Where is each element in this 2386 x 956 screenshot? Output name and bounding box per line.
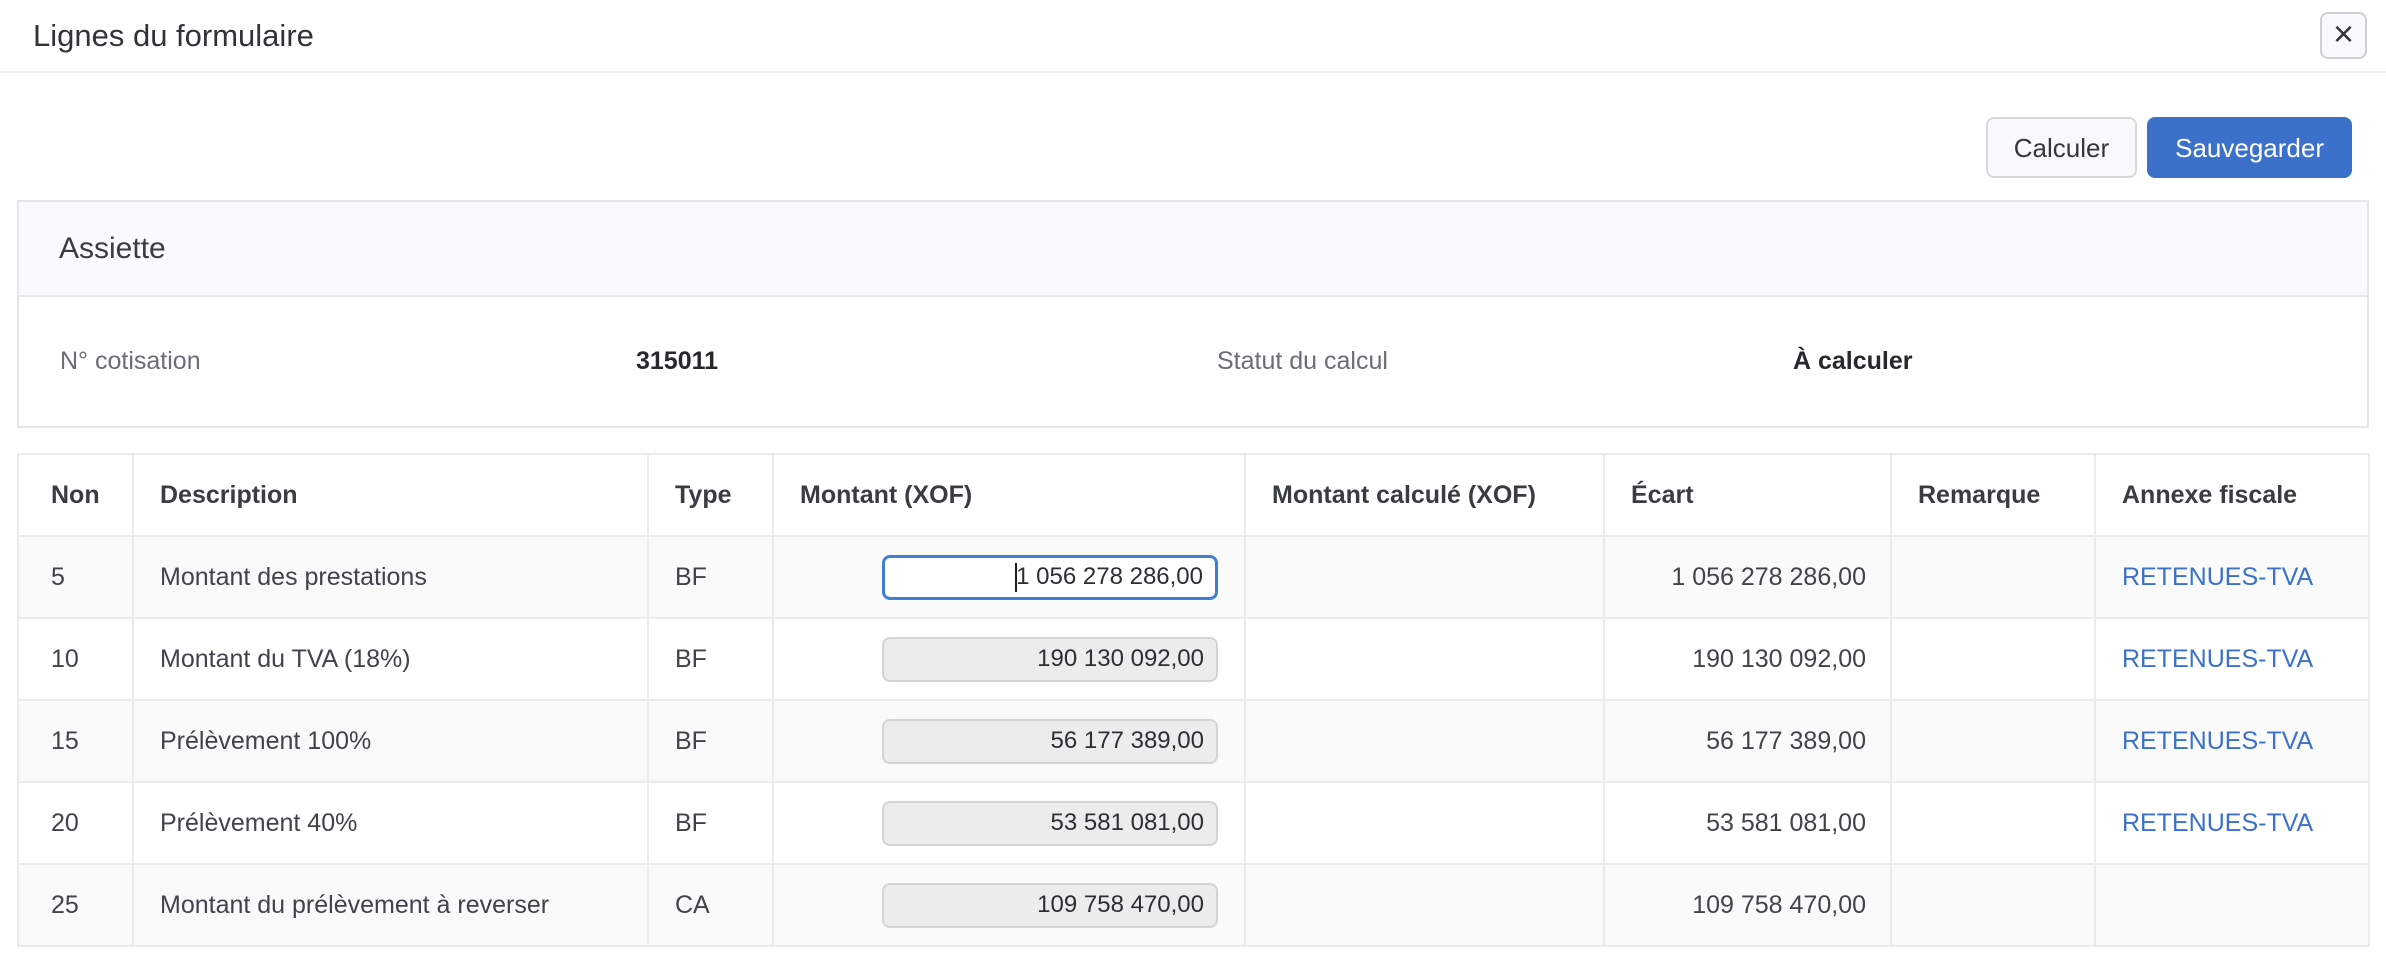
line-number-cell: 20 [18, 782, 133, 864]
montant-input-wrap [882, 883, 1218, 928]
form-lines-table-container: NonDescriptionTypeMontant (XOF)Montant c… [17, 453, 2369, 947]
sauvegarder-button[interactable]: Sauvegarder [2147, 117, 2352, 178]
close-icon: × [2333, 16, 2354, 52]
type-cell: BF [648, 700, 773, 782]
annexe-fiscale-link[interactable]: RETENUES-TVA [2122, 809, 2313, 837]
line-number-cell: 5 [18, 536, 133, 618]
table-row: 10Montant du TVA (18%)BF 190 130 092,00 RE… [18, 618, 2369, 700]
annexe-cell: RETENUES-TVA [2095, 700, 2369, 782]
column-header: Écart [1604, 454, 1891, 536]
statut-calcul-field: Statut du calcul À calculer [1193, 347, 2367, 376]
table-row: 15Prélèvement 100%BF 56 177 389,00 RETENUE… [18, 700, 2369, 782]
text-cursor [1015, 563, 1017, 592]
statut-calcul-value: À calculer [1793, 347, 1913, 376]
close-button[interactable]: × [2320, 12, 2367, 59]
table-row: 5Montant des prestationsBF 1 056 278 286,… [18, 536, 2369, 618]
montant-calcule-cell [1245, 536, 1604, 618]
montant-cell [773, 700, 1245, 782]
column-header: Annexe fiscale [2095, 454, 2369, 536]
lignes-du-formulaire-modal: Lignes du formulaire × Calculer Sauvegar… [0, 0, 2386, 947]
assiette-card: Assiette N° cotisation 315011 Statut du … [17, 200, 2369, 428]
annexe-cell: RETENUES-TVA [2095, 536, 2369, 618]
remarque-cell [1891, 700, 2095, 782]
montant-cell [773, 864, 1245, 946]
modal-title: Lignes du formulaire [33, 18, 314, 54]
montant-input[interactable] [882, 719, 1218, 764]
description-cell: Montant du prélèvement à reverser [133, 864, 648, 946]
ecart-cell: 190 130 092,00 [1604, 618, 1891, 700]
line-number-cell: 10 [18, 618, 133, 700]
montant-calcule-cell [1245, 864, 1604, 946]
montant-calcule-cell [1245, 700, 1604, 782]
statut-calcul-label: Statut du calcul [1217, 347, 1793, 376]
description-cell: Montant des prestations [133, 536, 648, 618]
description-cell: Montant du TVA (18%) [133, 618, 648, 700]
assiette-title: Assiette [59, 232, 166, 266]
remarque-cell [1891, 864, 2095, 946]
column-header: Montant (XOF) [773, 454, 1245, 536]
column-header: Remarque [1891, 454, 2095, 536]
montant-cell [773, 782, 1245, 864]
montant-input[interactable] [882, 555, 1218, 600]
remarque-cell [1891, 782, 2095, 864]
cotisation-field: N° cotisation 315011 [19, 347, 1193, 376]
cotisation-label: N° cotisation [60, 347, 636, 376]
type-cell: BF [648, 618, 773, 700]
line-number-cell: 25 [18, 864, 133, 946]
modal-header: Lignes du formulaire × [0, 0, 2386, 73]
ecart-cell: 56 177 389,00 [1604, 700, 1891, 782]
column-header: Montant calculé (XOF) [1245, 454, 1604, 536]
form-lines-table: NonDescriptionTypeMontant (XOF)Montant c… [17, 453, 2370, 947]
montant-input[interactable] [882, 883, 1218, 928]
montant-input[interactable] [882, 801, 1218, 846]
montant-input-wrap [882, 555, 1218, 600]
montant-input-wrap [882, 637, 1218, 682]
assiette-body: N° cotisation 315011 Statut du calcul À … [19, 297, 2367, 426]
ecart-cell: 53 581 081,00 [1604, 782, 1891, 864]
action-toolbar: Calculer Sauvegarder [0, 117, 2352, 178]
description-cell: Prélèvement 100% [133, 700, 648, 782]
annexe-fiscale-link[interactable]: RETENUES-TVA [2122, 645, 2313, 673]
column-header: Description [133, 454, 648, 536]
column-header: Non [18, 454, 133, 536]
table-header-row: NonDescriptionTypeMontant (XOF)Montant c… [18, 454, 2369, 536]
montant-cell [773, 536, 1245, 618]
type-cell: BF [648, 782, 773, 864]
remarque-cell [1891, 618, 2095, 700]
montant-calcule-cell [1245, 782, 1604, 864]
montant-cell [773, 618, 1245, 700]
montant-calcule-cell [1245, 618, 1604, 700]
annexe-cell: RETENUES-TVA [2095, 618, 2369, 700]
montant-input[interactable] [882, 637, 1218, 682]
montant-input-wrap [882, 719, 1218, 764]
type-cell: BF [648, 536, 773, 618]
type-cell: CA [648, 864, 773, 946]
cotisation-value: 315011 [636, 347, 718, 376]
montant-input-wrap [882, 801, 1218, 846]
table-row: 20Prélèvement 40%BF 53 581 081,00 RETENUES… [18, 782, 2369, 864]
table-row: 25Montant du prélèvement à reverserCA 109… [18, 864, 2369, 946]
annexe-fiscale-link[interactable]: RETENUES-TVA [2122, 727, 2313, 755]
annexe-cell: RETENUES-TVA [2095, 782, 2369, 864]
column-header: Type [648, 454, 773, 536]
line-number-cell: 15 [18, 700, 133, 782]
remarque-cell [1891, 536, 2095, 618]
ecart-cell: 1 056 278 286,00 [1604, 536, 1891, 618]
assiette-header: Assiette [19, 202, 2367, 297]
description-cell: Prélèvement 40% [133, 782, 648, 864]
ecart-cell: 109 758 470,00 [1604, 864, 1891, 946]
table-body: 5Montant des prestationsBF1 056 278 286,… [18, 536, 2369, 946]
annexe-fiscale-link[interactable]: RETENUES-TVA [2122, 563, 2313, 591]
calculer-button[interactable]: Calculer [1986, 117, 2137, 178]
annexe-cell [2095, 864, 2369, 946]
